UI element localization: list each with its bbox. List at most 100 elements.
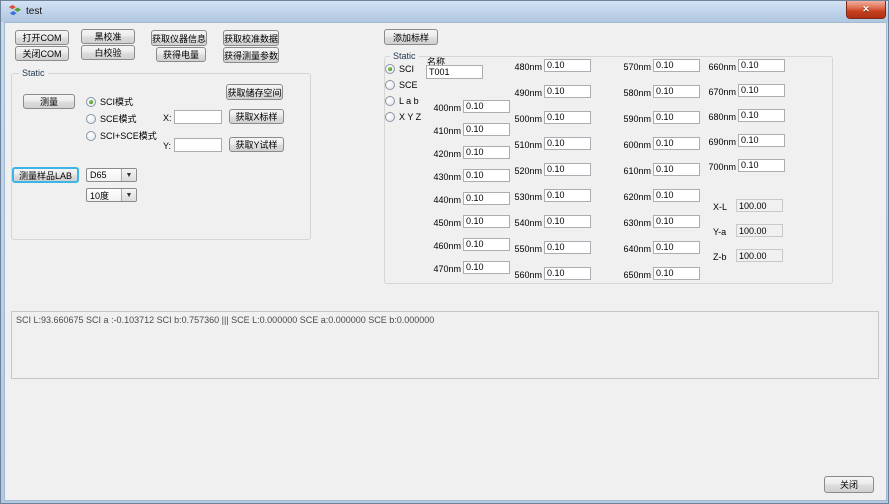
x-input[interactable]: [174, 110, 222, 124]
get-battery-button[interactable]: 获得电量: [156, 47, 206, 62]
z-b-value: [736, 249, 783, 262]
wavelength-value-input[interactable]: [653, 137, 700, 150]
spectral-row: 610nm: [617, 162, 700, 176]
radio-dot[interactable]: [86, 114, 96, 124]
spectral-row: 680nm: [702, 108, 785, 122]
wavelength-value-input[interactable]: [653, 267, 700, 280]
wavelength-label: 700nm: [702, 162, 738, 172]
window-close-button[interactable]: ✕: [846, 1, 886, 19]
spectral-row: 520nm: [508, 162, 591, 176]
wavelength-value-input[interactable]: [653, 189, 700, 202]
wavelength-value-input[interactable]: [738, 134, 785, 147]
radio-dot[interactable]: [86, 131, 96, 141]
wavelength-value-input[interactable]: [544, 163, 591, 176]
spectral-row: 550nm: [508, 240, 591, 254]
measure-button[interactable]: 测量: [23, 94, 75, 109]
wavelength-value-input[interactable]: [544, 241, 591, 254]
wavelength-label: 670nm: [702, 87, 738, 97]
wavelength-value-input[interactable]: [463, 261, 510, 274]
spectral-row: 480nm: [508, 58, 591, 72]
chevron-down-icon: ▼: [121, 189, 136, 201]
wavelength-value-input[interactable]: [653, 59, 700, 72]
wavelength-label: 470nm: [427, 264, 463, 274]
wavelength-value-input[interactable]: [653, 163, 700, 176]
wavelength-value-input[interactable]: [544, 137, 591, 150]
name-input[interactable]: [426, 65, 483, 79]
y-input[interactable]: [174, 138, 222, 152]
spectral-row: 470nm: [427, 260, 510, 274]
chevron-down-icon: ▼: [121, 169, 136, 181]
wavelength-value-input[interactable]: [738, 84, 785, 97]
wavelength-value-input[interactable]: [544, 85, 591, 98]
spectral-row: 560nm: [508, 266, 591, 280]
get-instrument-info-button[interactable]: 获取仪器信息: [151, 30, 207, 46]
wavelength-value-input[interactable]: [738, 109, 785, 122]
left-static-group-label: Static: [19, 68, 48, 78]
result-message-box[interactable]: SCI L:93.660675 SCI a :-0.103712 SCI b:0…: [11, 311, 879, 379]
wavelength-label: 600nm: [617, 140, 653, 150]
illuminant-select[interactable]: D65 ▼: [86, 168, 137, 182]
wavelength-label: 560nm: [508, 270, 544, 280]
radio-dot[interactable]: [385, 96, 395, 106]
spectral-row: 540nm: [508, 214, 591, 228]
wavelength-value-input[interactable]: [653, 85, 700, 98]
wavelength-value-input[interactable]: [738, 59, 785, 72]
wavelength-value-input[interactable]: [463, 123, 510, 136]
wavelength-label: 510nm: [508, 140, 544, 150]
wavelength-value-input[interactable]: [544, 189, 591, 202]
wavelength-value-input[interactable]: [463, 146, 510, 159]
close-dialog-button[interactable]: 关闭: [824, 476, 874, 493]
close-com-button[interactable]: 关闭COM: [15, 46, 69, 61]
wavelength-value-input[interactable]: [463, 238, 510, 251]
app-icon: [8, 4, 22, 18]
wavelength-label: 580nm: [617, 88, 653, 98]
black-calibration-button[interactable]: 黑校准: [81, 29, 135, 44]
wavelength-value-input[interactable]: [738, 159, 785, 172]
radio-lab[interactable]: L a b: [385, 96, 419, 106]
get-measure-params-button[interactable]: 获得测量参数: [223, 47, 279, 63]
radio-dot[interactable]: [385, 80, 395, 90]
spectral-row: 490nm: [508, 84, 591, 98]
radio-sci-sce-mode[interactable]: SCI+SCE模式: [86, 129, 157, 142]
radio-dot[interactable]: [385, 64, 395, 74]
get-y-sample-button[interactable]: 获取Y试样: [229, 137, 284, 152]
white-check-button[interactable]: 白校验: [81, 45, 135, 60]
wavelength-value-input[interactable]: [463, 215, 510, 228]
get-calibration-data-button[interactable]: 获取校准数据: [223, 30, 279, 46]
radio-sce-mode[interactable]: SCE模式: [86, 112, 137, 125]
spectral-row: 650nm: [617, 266, 700, 280]
wavelength-value-input[interactable]: [653, 241, 700, 254]
get-x-standard-button[interactable]: 获取X标样: [229, 109, 284, 124]
observer-select[interactable]: 10度 ▼: [86, 188, 137, 202]
wavelength-value-input[interactable]: [463, 169, 510, 182]
wavelength-label: 660nm: [702, 62, 738, 72]
window-title: test: [26, 6, 42, 17]
radio-sci[interactable]: SCI: [385, 64, 414, 74]
radio-dot[interactable]: [86, 97, 96, 107]
measure-sample-lab-button[interactable]: 测量样品LAB: [12, 167, 79, 183]
wavelength-value-input[interactable]: [463, 100, 510, 113]
spectral-row: 590nm: [617, 110, 700, 124]
wavelength-value-input[interactable]: [544, 267, 591, 280]
spectral-row: 630nm: [617, 214, 700, 228]
spectral-row: 640nm: [617, 240, 700, 254]
wavelength-value-input[interactable]: [544, 215, 591, 228]
open-com-button[interactable]: 打开COM: [15, 30, 69, 45]
spectral-row: 420nm: [427, 145, 510, 159]
y-a-label: Y-a: [713, 227, 726, 237]
add-standard-button[interactable]: 添加标样: [384, 29, 438, 45]
radio-xyz[interactable]: X Y Z: [385, 112, 421, 122]
wavelength-label: 440nm: [427, 195, 463, 205]
get-storage-space-button[interactable]: 获取储存空间: [226, 84, 283, 100]
wavelength-value-input[interactable]: [653, 215, 700, 228]
wavelength-label: 420nm: [427, 149, 463, 159]
spectral-row: 430nm: [427, 168, 510, 182]
wavelength-value-input[interactable]: [463, 192, 510, 205]
wavelength-value-input[interactable]: [544, 59, 591, 72]
radio-dot[interactable]: [385, 112, 395, 122]
wavelength-value-input[interactable]: [544, 111, 591, 124]
title-bar[interactable]: test ✕: [1, 1, 888, 22]
radio-sce[interactable]: SCE: [385, 80, 418, 90]
radio-sci-mode[interactable]: SCI模式: [86, 95, 133, 108]
wavelength-value-input[interactable]: [653, 111, 700, 124]
